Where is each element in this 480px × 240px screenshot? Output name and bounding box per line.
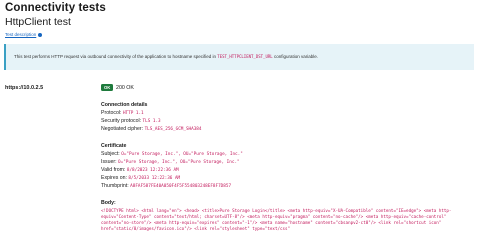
expires-value: 8/5/2033 12:22:36 AM [128,176,181,181]
tested-host: https://10.0.2.5 [5,85,44,91]
alert-text-after: configuration variable. [273,54,318,59]
body-title: Body: [101,200,116,206]
info-icon [37,32,42,37]
thumbprint-label: Thumbprint: [101,183,129,189]
expires-row: Expires on: 8/5/2033 12:22:36 AM [101,175,180,181]
cipher-value: TLS_AES_256_GCM_SHA384 [144,127,202,132]
subject-value: O="Pure Storage, Inc.", OU="Pure Storage… [121,152,243,157]
security-protocol-label: Security protocol: [101,118,142,124]
info-alert: This test performs HTTP request via outb… [4,44,474,70]
thumbprint-value: A8FAF587FE40A050F4F5F554803248EF8F7D857 [130,184,232,189]
alert-text-before: This test performs HTTP request via outb… [14,54,217,59]
expires-label: Expires on: [101,175,127,181]
subject-row: Subject: O="Pure Storage, Inc.", OU="Pur… [101,151,243,157]
issuer-value: O="Pure Storage, Inc.", OU="Pure Storage… [118,160,240,165]
security-protocol-row: Security protocol: TLS 1.3 [101,118,161,124]
cipher-row: Negotiated cipher: TLS_AES_256_GCM_SHA38… [101,126,201,132]
connection-details-title: Connection details [101,102,148,108]
protocol-value: HTTP 1.1 [122,111,144,116]
valid-from-value: 8/8/2023 12:22:36 AM [126,168,179,173]
valid-from-label: Valid from: [101,167,126,173]
response-body: <!DOCTYPE html> <html lang="en"> <head> … [101,208,452,232]
alert-text: This test performs HTTP request via outb… [14,54,318,59]
page-title: Connectivity tests [5,2,106,14]
issuer-row: Issuer: O="Pure Storage, Inc.", OU="Pure… [101,159,240,165]
issuer-label: Issuer: [101,159,117,165]
certificate-title: Certificate [101,143,127,149]
test-description-label[interactable]: Test description [5,32,36,37]
protocol-label: Protocol: [101,110,122,116]
thumbprint-row: Thumbprint: A8FAF587FE40A050F4F5F5548032… [101,183,231,189]
subject-label: Subject: [101,151,120,157]
protocol-row: Protocol: HTTP 1.1 [101,110,144,116]
valid-from-row: Valid from: 8/8/2023 12:22:36 AM [101,167,179,173]
cipher-label: Negotiated cipher: [101,126,144,132]
alert-variable: TEST_HTTPCLIENT_DST_URL [217,54,273,59]
status-badge: OK [101,84,114,91]
page-subtitle: HttpClient test [5,16,71,28]
test-description-link[interactable]: Test description [5,32,42,37]
security-protocol-value: TLS 1.3 [142,119,161,124]
status-text: 200 OK [116,85,134,91]
